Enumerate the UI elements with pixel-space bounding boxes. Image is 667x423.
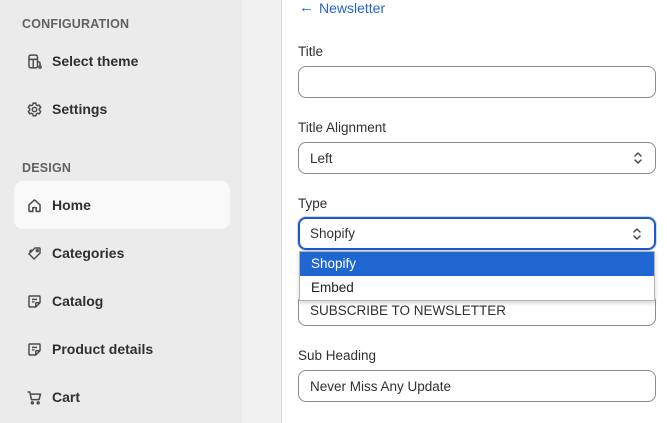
back-link-newsletter[interactable]: ← Newsletter <box>299 0 385 16</box>
catalog-icon <box>25 292 43 310</box>
sidebar: CONFIGURATION Select theme Settings DESI… <box>0 0 242 423</box>
section-heading-configuration: CONFIGURATION <box>22 17 130 31</box>
back-link-label: Newsletter <box>319 0 386 16</box>
gear-icon <box>25 100 43 118</box>
arrow-left-icon: ← <box>299 0 314 16</box>
type-dropdown: Shopify Embed <box>299 251 655 301</box>
type-option-shopify[interactable]: Shopify <box>300 252 654 276</box>
section-heading-design: DESIGN <box>22 161 72 175</box>
sidebar-item-cart[interactable]: Cart <box>14 373 230 421</box>
sidebar-item-settings[interactable]: Settings <box>14 85 230 133</box>
sidebar-item-label: Settings <box>52 101 108 117</box>
sidebar-item-label: Catalog <box>52 293 104 309</box>
title-label: Title <box>298 44 324 59</box>
theme-icon <box>25 52 43 70</box>
title-alignment-label: Title Alignment <box>298 120 387 135</box>
sidebar-item-catalog[interactable]: Catalog <box>14 277 230 325</box>
sidebar-item-label: Cart <box>52 389 81 405</box>
home-icon <box>25 196 43 214</box>
chevron-up-down-icon <box>633 227 641 240</box>
type-option-embed[interactable]: Embed <box>300 276 654 300</box>
sidebar-item-home[interactable]: Home <box>14 181 230 229</box>
chevron-up-down-icon <box>634 152 642 164</box>
sidebar-item-label: Product details <box>52 341 154 357</box>
sidebar-item-label: Home <box>52 197 91 213</box>
type-value: Shopify <box>310 226 356 241</box>
cart-icon <box>25 388 43 406</box>
sidebar-item-label: Categories <box>52 245 125 261</box>
title-alignment-value: Left <box>310 150 333 166</box>
title-alignment-select[interactable]: Left <box>298 142 656 174</box>
type-select[interactable]: Shopify <box>298 217 656 250</box>
tag-icon <box>25 244 43 262</box>
panel-gutter <box>242 0 282 423</box>
title-input[interactable] <box>298 66 656 98</box>
sub-heading-label: Sub Heading <box>298 348 377 363</box>
sidebar-item-categories[interactable]: Categories <box>14 229 230 277</box>
sidebar-item-label: Select theme <box>52 53 139 69</box>
product-details-icon <box>25 340 43 358</box>
settings-panel: ← Newsletter Title Title Alignment Left … <box>283 0 667 423</box>
type-label: Type <box>298 196 328 211</box>
sub-heading-input[interactable] <box>298 370 656 402</box>
sidebar-item-product-details[interactable]: Product details <box>14 325 230 373</box>
sidebar-item-select-theme[interactable]: Select theme <box>14 37 230 85</box>
